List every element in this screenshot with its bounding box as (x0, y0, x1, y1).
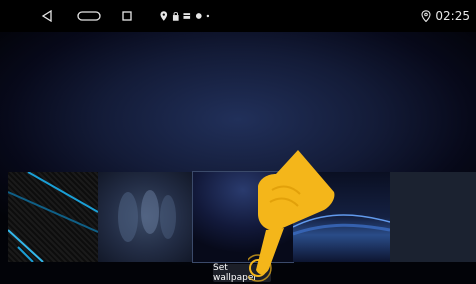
wallpaper-thumbnails (8, 171, 476, 263)
wallpaper-thumbnail-carbon[interactable] (8, 172, 98, 262)
home-button[interactable] (76, 0, 102, 32)
back-button[interactable] (36, 0, 58, 32)
lock-icon (172, 12, 179, 21)
recents-button[interactable] (119, 0, 135, 32)
wallpaper-thumbnail-figures[interactable] (98, 172, 193, 262)
dot-icon (206, 14, 210, 18)
notification-icons (160, 0, 210, 32)
clock: 02:25 (435, 9, 470, 23)
status-right: 02:25 (421, 0, 470, 32)
wallpaper-thumbnail-blue-wave[interactable] (293, 172, 390, 262)
back-icon (41, 10, 52, 22)
status-bar: 02:25 (0, 0, 476, 32)
wallpaper-thumbnail-dark-blue[interactable] (192, 171, 294, 263)
set-wallpaper-label: Set wallpaper (213, 263, 258, 283)
set-wallpaper-button[interactable]: Set wallpaper (213, 263, 271, 283)
location-status-icon (421, 10, 431, 22)
home-icon (77, 11, 101, 21)
card-icon (183, 13, 191, 19)
wallpaper-thumbnail-slate[interactable] (390, 172, 476, 262)
location-icon (160, 11, 168, 21)
circle-icon (195, 13, 202, 19)
recents-icon (122, 11, 132, 21)
